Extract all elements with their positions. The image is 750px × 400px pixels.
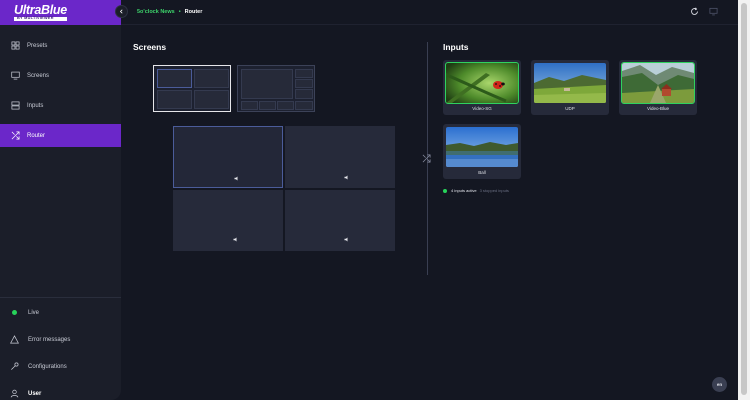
sidebar-item-label: Inputs (27, 102, 44, 109)
language-switcher[interactable]: en (712, 377, 727, 392)
inputs-status: 4 inputs active 3 stopped inputs (443, 188, 509, 193)
live-status[interactable]: Live (0, 300, 121, 325)
user-label: User (28, 390, 42, 397)
input-card-ball[interactable]: Ball (443, 124, 521, 179)
sidebar-item-router[interactable]: Router (0, 124, 121, 147)
input-preview (446, 127, 518, 167)
user-menu[interactable]: User (0, 381, 121, 400)
lake-image (446, 127, 518, 167)
speaker-icon[interactable] (344, 175, 349, 180)
header-actions (690, 7, 718, 16)
error-messages-button[interactable]: Error messages (0, 327, 121, 352)
wrench-icon (11, 362, 19, 370)
status-dot (443, 188, 447, 193)
screens-heading: Screens (133, 42, 167, 52)
layout-cell (194, 69, 229, 88)
user-icon (10, 389, 19, 398)
layout-cell (277, 101, 294, 110)
breadcrumb: 5o'clock News • Router (137, 9, 202, 15)
brand-tagline: BY MULTIVIEWER (14, 17, 67, 22)
sidebar-item-label: Presets (27, 42, 48, 49)
brand-logo[interactable]: UltraBlue BY MULTIVIEWER (0, 0, 121, 25)
live-label: Live (28, 309, 40, 316)
active-count: 4 inputs active (451, 188, 477, 193)
layout-cell (295, 89, 313, 99)
sidebar: UltraBlue BY MULTIVIEWER Presets Screens… (0, 0, 121, 400)
configurations-label: Configurations (28, 363, 67, 370)
input-card-video-sg[interactable]: Video-SG (443, 60, 521, 115)
breadcrumb-parent[interactable]: 5o'clock News (137, 9, 175, 15)
sidebar-nav: Presets Screens Inputs Router (0, 34, 121, 154)
layout-cell (157, 90, 192, 109)
warning-icon (10, 335, 19, 344)
layout-cell (295, 101, 313, 110)
layout-cell (157, 69, 192, 88)
input-name: Video-SG (472, 106, 492, 111)
layout-option-mosaic[interactable] (237, 65, 315, 112)
speaker-icon[interactable] (234, 176, 239, 181)
input-card-video-blue[interactable]: Video-Blue (619, 60, 697, 115)
sidebar-item-label: Screens (27, 72, 50, 79)
input-card-udp[interactable]: UDP (531, 60, 609, 115)
grid-icon (11, 41, 20, 50)
scrollbar[interactable] (738, 0, 750, 400)
chevron-left-icon (119, 9, 123, 14)
brand-name: UltraBlue (14, 2, 67, 17)
screen-cell-2[interactable] (285, 126, 395, 188)
screen-grid (173, 126, 395, 251)
top-bar: 5o'clock News • Router (121, 0, 738, 25)
layout-cell (241, 101, 258, 110)
screen-cell-3[interactable] (173, 190, 283, 251)
layout-cell (295, 69, 313, 78)
speaker-icon[interactable] (233, 237, 238, 242)
input-name: Ball (478, 170, 486, 175)
breadcrumb-separator: • (178, 9, 181, 15)
layout-cell (194, 90, 229, 109)
valley-image (622, 63, 694, 103)
sidebar-item-presets[interactable]: Presets (0, 34, 121, 57)
monitor-icon[interactable] (709, 7, 718, 16)
shuffle-icon (11, 131, 20, 140)
inputs-heading: Inputs (443, 42, 469, 52)
error-messages-label: Error messages (28, 336, 71, 343)
inputs-icon (11, 101, 20, 110)
refresh-icon[interactable] (690, 7, 699, 16)
input-preview (621, 62, 695, 104)
layout-cell (241, 69, 293, 99)
speaker-icon[interactable] (344, 237, 349, 242)
screen-cell-4[interactable] (285, 190, 395, 251)
collapse-sidebar-button[interactable] (115, 5, 128, 18)
stopped-count: 3 stopped inputs (479, 188, 509, 193)
layout-cell (259, 101, 276, 110)
swap-icon[interactable] (422, 154, 431, 163)
sidebar-item-screens[interactable]: Screens (0, 64, 121, 87)
layout-cell (295, 79, 313, 88)
app-window: UltraBlue BY MULTIVIEWER Presets Screens… (0, 0, 738, 400)
breadcrumb-current: Router (184, 9, 203, 15)
input-name: Video-Blue (647, 106, 669, 111)
ladybug-image (446, 63, 518, 103)
input-preview (445, 62, 519, 104)
sidebar-footer: Live Error messages Configurations User (0, 297, 121, 400)
layout-option-2x2[interactable] (153, 65, 231, 112)
configurations-button[interactable]: Configurations (0, 354, 121, 379)
sidebar-item-inputs[interactable]: Inputs (0, 94, 121, 117)
input-preview (534, 63, 606, 103)
sidebar-item-label: Router (27, 132, 46, 139)
live-indicator (12, 310, 17, 315)
input-name: UDP (565, 106, 575, 111)
monitor-icon (11, 71, 20, 80)
screen-cell-1[interactable] (173, 126, 283, 188)
scrollbar-thumb[interactable] (741, 3, 747, 395)
landscape-image (534, 63, 606, 103)
